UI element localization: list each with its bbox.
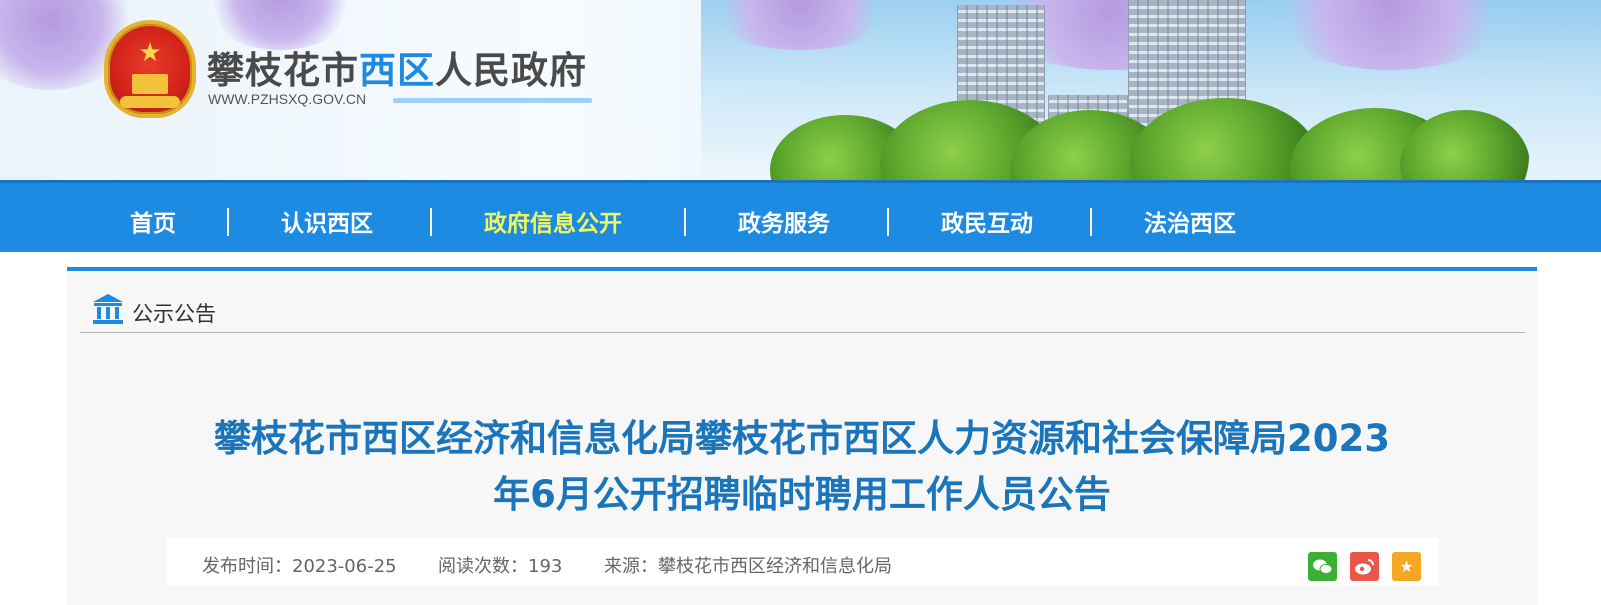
site-title-part: 攀枝花市 xyxy=(207,48,359,92)
main-navigation: 首页 认识西区 政府信息公开 政务服务 政民互动 法治西区 xyxy=(0,180,1601,252)
emblem-gate xyxy=(132,74,168,94)
article-container: 公示公告 攀枝花市西区经济和信息化局攀枝花市西区人力资源和社会保障局2023 年… xyxy=(67,267,1537,605)
article-source: 来源：攀枝花市西区经济和信息化局 xyxy=(604,556,892,577)
nav-item-about-xiqu[interactable]: 认识西区 xyxy=(281,204,373,238)
site-url-underline xyxy=(393,98,592,103)
nav-separator xyxy=(1090,208,1092,236)
institution-icon xyxy=(93,294,123,324)
weibo-icon[interactable] xyxy=(1350,552,1379,581)
article-title-line: 攀枝花市西区经济和信息化局攀枝花市西区人力资源和社会保障局2023 xyxy=(214,417,1390,460)
emblem-band xyxy=(120,96,180,108)
nav-separator xyxy=(887,208,889,236)
nav-item-home[interactable]: 首页 xyxy=(130,204,176,238)
favorite-star-icon[interactable]: ★ xyxy=(1392,552,1421,581)
view-count: 阅读次数：193 xyxy=(438,556,563,577)
site-title-part: 人民政府 xyxy=(435,48,587,92)
breadcrumb: 公示公告 xyxy=(80,271,1525,333)
nav-separator xyxy=(430,208,432,236)
article-title: 攀枝花市西区经济和信息化局攀枝花市西区人力资源和社会保障局2023 年6月公开招… xyxy=(147,411,1457,523)
article-title-line: 年6月公开招聘临时聘用工作人员公告 xyxy=(493,473,1111,516)
nav-item-rule-of-law[interactable]: 法治西区 xyxy=(1144,204,1236,238)
publish-date: 发布时间：2023-06-25 xyxy=(202,556,397,577)
nav-item-interaction[interactable]: 政民互动 xyxy=(941,204,1033,238)
site-url: WWW.PZHSXQ.GOV.CN xyxy=(208,91,367,107)
site-title-highlight: 西区 xyxy=(359,48,435,92)
article-meta-bar: 发布时间：2023-06-25 阅读次数：193 来源：攀枝花市西区经济和信息化… xyxy=(166,537,1439,586)
wechat-icon[interactable] xyxy=(1308,552,1337,581)
nav-separator xyxy=(227,208,229,236)
nav-item-gov-services[interactable]: 政务服务 xyxy=(738,204,830,238)
site-title[interactable]: 攀枝花市西区人民政府 xyxy=(207,40,587,94)
national-emblem-logo[interactable]: ★ xyxy=(104,20,196,118)
nav-separator xyxy=(684,208,686,236)
nav-item-gov-info-disclosure[interactable]: 政府信息公开 xyxy=(484,204,622,238)
star-icon: ★ xyxy=(138,38,162,68)
breadcrumb-label[interactable]: 公示公告 xyxy=(132,298,216,328)
site-header: ★ 攀枝花市西区人民政府 WWW.PZHSXQ.GOV.CN xyxy=(0,0,1601,180)
